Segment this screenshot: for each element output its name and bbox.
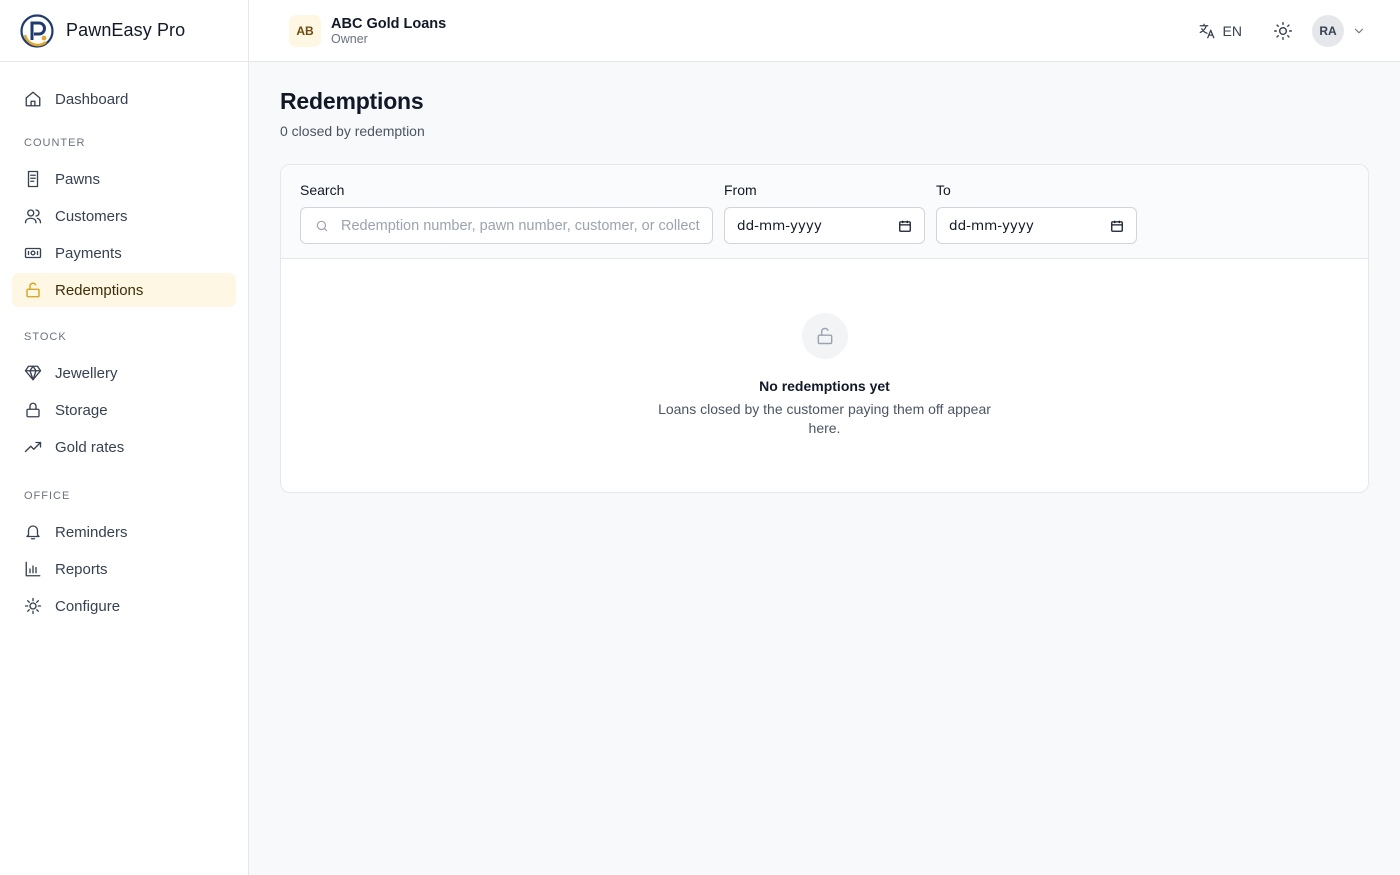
bell-icon — [26, 525, 40, 540]
trending-up-icon — [24, 441, 42, 453]
sidebar-item-customers[interactable]: Customers — [12, 199, 236, 233]
pawneasy-logo-icon — [20, 13, 54, 48]
redemptions-card: Search Redemption number, pawn number, c… — [280, 164, 1369, 493]
language-switcher[interactable]: EN — [1198, 22, 1242, 40]
sidebar-item-reports[interactable]: Reports — [12, 552, 236, 586]
sidebar-item-dashboard[interactable]: Dashboard — [12, 82, 236, 116]
chevron-down-icon[interactable] — [1352, 24, 1366, 38]
header-actions: EN RA — [1198, 15, 1366, 47]
gem-icon — [24, 365, 42, 381]
sidebar-item-label: Redemptions — [55, 281, 144, 299]
sidebar: PawnEasy Pro Dashboard COUNTER Pawns Cus… — [0, 0, 249, 875]
sidebar-nav: Dashboard COUNTER Pawns Customers Paymen… — [0, 82, 248, 623]
banknote-icon — [24, 247, 42, 259]
page-title: Redemptions — [280, 88, 424, 114]
sidebar-item-pawns[interactable]: Pawns — [12, 162, 236, 196]
filter-bar: Search Redemption number, pawn number, c… — [281, 165, 1368, 259]
search-icon — [316, 220, 328, 231]
to-date-field: To dd-mm-yyyy — [936, 182, 1137, 244]
calendar-icon[interactable] — [898, 219, 912, 233]
unlock-icon — [817, 327, 832, 345]
search-input[interactable]: Redemption number, pawn number, customer… — [300, 207, 713, 244]
sun-gear-icon — [24, 597, 42, 615]
sidebar-item-redemptions[interactable]: Redemptions — [12, 273, 236, 307]
from-date-value: dd-mm-yyyy — [737, 217, 822, 234]
section-label-office: OFFICE — [24, 490, 71, 502]
sidebar-item-label: Jewellery — [55, 364, 118, 382]
org-name: ABC Gold Loans — [331, 16, 447, 32]
search-label: Search — [300, 182, 345, 198]
sidebar-item-label: Dashboard — [55, 90, 129, 108]
to-label: To — [936, 182, 951, 198]
translate-icon — [1199, 23, 1214, 39]
users-icon — [24, 209, 42, 224]
main-content: Redemptions 0 closed by redemption Searc… — [280, 62, 1369, 493]
sidebar-item-label: Configure — [55, 597, 121, 615]
sidebar-item-configure[interactable]: Configure — [12, 589, 236, 623]
empty-state-icon-wrap — [801, 313, 848, 359]
sidebar-item-label: Pawns — [55, 170, 101, 188]
from-date-input[interactable]: dd-mm-yyyy — [724, 207, 925, 244]
calendar-icon[interactable] — [1110, 219, 1124, 233]
sun-icon — [1273, 21, 1293, 41]
user-avatar[interactable]: RA — [1312, 15, 1344, 47]
sidebar-item-label: Reports — [55, 560, 108, 578]
section-label-counter: COUNTER — [24, 137, 86, 149]
empty-state-title: No redemptions yet — [759, 378, 890, 394]
theme-toggle[interactable] — [1272, 20, 1294, 42]
page-subtitle: 0 closed by redemption — [280, 123, 425, 139]
sidebar-item-label: Storage — [55, 401, 108, 419]
org-switcher[interactable]: AB ABC Gold Loans Owner — [289, 15, 446, 47]
empty-state: No redemptions yet Loans closed by the c… — [281, 259, 1368, 438]
language-code: EN — [1222, 23, 1242, 39]
sidebar-item-gold-rates[interactable]: Gold rates — [12, 430, 236, 464]
from-date-field: From dd-mm-yyyy — [724, 182, 925, 244]
sidebar-item-label: Payments — [55, 244, 122, 262]
from-label: From — [724, 182, 757, 198]
org-badge: AB — [289, 15, 321, 47]
brand[interactable]: PawnEasy Pro — [0, 0, 248, 62]
sidebar-item-jewellery[interactable]: Jewellery — [12, 356, 236, 390]
sidebar-item-label: Gold rates — [55, 438, 125, 456]
top-header: AB ABC Gold Loans Owner EN RA — [249, 0, 1400, 62]
receipt-icon — [27, 170, 39, 188]
unlock-icon — [26, 282, 40, 298]
search-placeholder: Redemption number, pawn number, customer… — [341, 217, 700, 234]
lock-icon — [26, 402, 40, 418]
sidebar-item-payments[interactable]: Payments — [12, 236, 236, 270]
brand-name: PawnEasy Pro — [66, 20, 186, 40]
to-date-input[interactable]: dd-mm-yyyy — [936, 207, 1137, 244]
search-field: Search Redemption number, pawn number, c… — [300, 182, 713, 244]
sidebar-item-reminders[interactable]: Reminders — [12, 515, 236, 549]
home-icon — [25, 91, 41, 107]
bar-chart-icon — [25, 561, 41, 577]
sidebar-item-storage[interactable]: Storage — [12, 393, 236, 427]
sidebar-item-label: Reminders — [55, 523, 128, 541]
org-role: Owner — [331, 32, 368, 46]
section-label-stock: STOCK — [24, 331, 67, 343]
sidebar-item-label: Customers — [55, 207, 128, 225]
empty-state-description: Loans closed by the customer paying them… — [658, 401, 991, 436]
to-date-value: dd-mm-yyyy — [949, 217, 1034, 234]
